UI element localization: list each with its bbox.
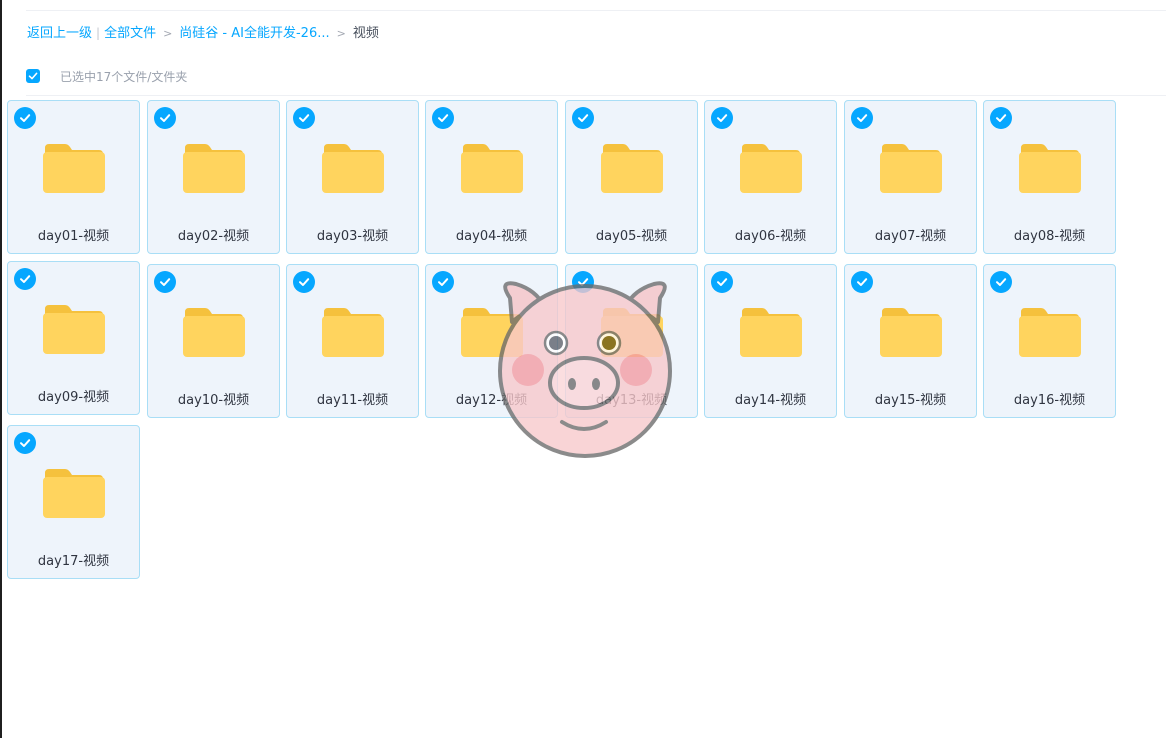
check-icon xyxy=(20,275,31,283)
selected-checkbox[interactable] xyxy=(432,271,454,293)
folder-card[interactable]: day15-视频 xyxy=(844,264,977,418)
folder-card[interactable]: day01-视频 xyxy=(7,100,140,254)
folder-name: day15-视频 xyxy=(874,393,947,408)
folder-icon xyxy=(322,144,384,193)
folder-name: day11-视频 xyxy=(316,393,389,408)
selected-checkbox[interactable] xyxy=(851,107,873,129)
folder-icon xyxy=(1019,308,1081,357)
folder-name: day09-视频 xyxy=(37,390,110,405)
check-icon xyxy=(438,278,449,286)
folder-name: day05-视频 xyxy=(595,229,668,244)
selected-checkbox[interactable] xyxy=(572,107,594,129)
selected-checkbox[interactable] xyxy=(14,268,36,290)
folder-card[interactable]: day02-视频 xyxy=(147,100,280,254)
selected-checkbox[interactable] xyxy=(990,271,1012,293)
check-icon xyxy=(857,278,868,286)
folder-icon xyxy=(43,469,105,518)
file-browser-page: 返回上一级 | 全部文件 > 尚硅谷 - AI全能开发-26... > 视频 已选中17个文… xyxy=(0,0,1166,738)
selected-checkbox[interactable] xyxy=(432,107,454,129)
folder-card[interactable]: day17-视频 xyxy=(7,425,140,579)
selected-checkbox[interactable] xyxy=(154,271,176,293)
selected-checkbox[interactable] xyxy=(572,271,594,293)
folder-card[interactable]: day16-视频 xyxy=(983,264,1116,418)
folder-icon xyxy=(880,308,942,357)
folder-icon xyxy=(322,308,384,357)
folder-icon xyxy=(740,308,802,357)
check-icon xyxy=(578,114,589,122)
selected-checkbox[interactable] xyxy=(711,271,733,293)
folder-icon xyxy=(461,308,523,357)
check-icon xyxy=(299,114,310,122)
check-icon xyxy=(717,278,728,286)
check-icon xyxy=(996,278,1007,286)
selected-checkbox[interactable] xyxy=(293,107,315,129)
folder-card[interactable]: day14-视频 xyxy=(704,264,837,418)
check-icon xyxy=(578,278,589,286)
folder-card[interactable]: day03-视频 xyxy=(286,100,419,254)
folder-card[interactable]: day11-视频 xyxy=(286,264,419,418)
folder-card[interactable]: day10-视频 xyxy=(147,264,280,418)
folder-name: day04-视频 xyxy=(455,229,528,244)
folder-icon xyxy=(880,144,942,193)
selected-checkbox[interactable] xyxy=(14,432,36,454)
folder-icon xyxy=(740,144,802,193)
folder-name: day03-视频 xyxy=(316,229,389,244)
folder-icon xyxy=(601,308,663,357)
folder-name: day14-视频 xyxy=(734,393,807,408)
check-icon xyxy=(299,278,310,286)
folder-icon xyxy=(601,144,663,193)
folder-name: day02-视频 xyxy=(177,229,250,244)
folder-name: day12-视频 xyxy=(455,393,528,408)
folder-card[interactable]: day13-视频 xyxy=(565,264,698,418)
folder-card[interactable]: day12-视频 xyxy=(425,264,558,418)
folder-card[interactable]: day09-视频 xyxy=(7,261,140,415)
check-icon xyxy=(857,114,868,122)
folder-name: day17-视频 xyxy=(37,554,110,569)
folder-name: day01-视频 xyxy=(37,229,110,244)
folder-card[interactable]: day07-视频 xyxy=(844,100,977,254)
selected-checkbox[interactable] xyxy=(990,107,1012,129)
folder-icon xyxy=(183,144,245,193)
check-icon xyxy=(160,278,171,286)
check-icon xyxy=(438,114,449,122)
check-icon xyxy=(160,114,171,122)
check-icon xyxy=(717,114,728,122)
folder-icon xyxy=(43,305,105,354)
folder-name: day07-视频 xyxy=(874,229,947,244)
folder-name: day16-视频 xyxy=(1013,393,1086,408)
folder-icon xyxy=(461,144,523,193)
folder-icon xyxy=(43,144,105,193)
selected-checkbox[interactable] xyxy=(14,107,36,129)
folder-card[interactable]: day08-视频 xyxy=(983,100,1116,254)
check-icon xyxy=(20,114,31,122)
file-grid: day01-视频 day02-视频 day03-视频 day04-视频 day05-视频… xyxy=(0,0,1166,738)
folder-name: day13-视频 xyxy=(595,393,668,408)
folder-name: day10-视频 xyxy=(177,393,250,408)
check-icon xyxy=(20,439,31,447)
folder-card[interactable]: day05-视频 xyxy=(565,100,698,254)
selected-checkbox[interactable] xyxy=(851,271,873,293)
folder-name: day08-视频 xyxy=(1013,229,1086,244)
folder-icon xyxy=(183,308,245,357)
selected-checkbox[interactable] xyxy=(711,107,733,129)
folder-card[interactable]: day06-视频 xyxy=(704,100,837,254)
selected-checkbox[interactable] xyxy=(293,271,315,293)
check-icon xyxy=(996,114,1007,122)
selected-checkbox[interactable] xyxy=(154,107,176,129)
folder-name: day06-视频 xyxy=(734,229,807,244)
folder-card[interactable]: day04-视频 xyxy=(425,100,558,254)
folder-icon xyxy=(1019,144,1081,193)
